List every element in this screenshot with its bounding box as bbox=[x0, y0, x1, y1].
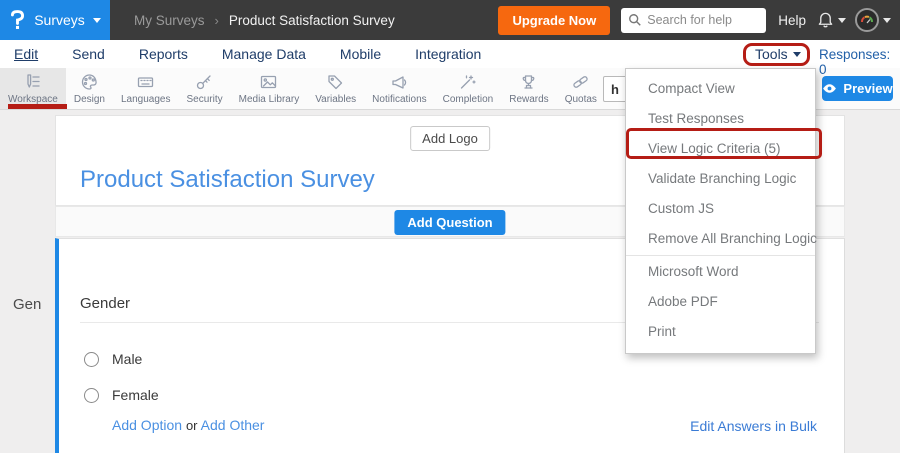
breadcrumb-my-surveys[interactable]: My Surveys bbox=[134, 13, 205, 28]
proprofs-logo-icon bbox=[9, 9, 26, 31]
chevron-down-icon bbox=[883, 18, 891, 23]
toolbar-item-label: Languages bbox=[121, 94, 171, 105]
menu-item-custom-js[interactable]: Custom JS bbox=[626, 194, 815, 224]
toolbar-item-label: Security bbox=[186, 94, 222, 105]
tab-edit[interactable]: Edit bbox=[14, 46, 38, 62]
toolbar-item-design[interactable]: Design bbox=[66, 68, 113, 109]
trophy-icon bbox=[519, 73, 538, 91]
product-switcher[interactable]: Surveys bbox=[0, 0, 110, 40]
option-actions: Add Option or Add Other bbox=[112, 417, 264, 433]
survey-builder-app: Gen Surveys My Surveys › Product Satisfa… bbox=[0, 0, 900, 453]
add-other-link[interactable]: Add Other bbox=[201, 417, 265, 433]
search-input[interactable] bbox=[621, 8, 766, 33]
menu-item-remove-all-branching-logic[interactable]: Remove All Branching Logic bbox=[626, 224, 815, 254]
account-menu[interactable] bbox=[855, 8, 891, 32]
toolbar-item-label: Variables bbox=[315, 94, 356, 105]
product-label: Surveys bbox=[34, 12, 85, 28]
tab-integration[interactable]: Integration bbox=[415, 46, 481, 62]
chevron-down-icon bbox=[838, 18, 846, 23]
toolbar-item-label: Rewards bbox=[509, 94, 548, 105]
toolbar-item-label: Design bbox=[74, 94, 105, 105]
magic-wand-icon bbox=[458, 73, 477, 91]
option-row-male[interactable]: Male bbox=[84, 351, 142, 367]
topbar-right-group: Upgrade Now Help bbox=[498, 6, 900, 35]
avatar bbox=[855, 8, 879, 32]
eye-icon bbox=[822, 83, 837, 94]
radio-icon[interactable] bbox=[84, 388, 99, 403]
option-label: Female bbox=[112, 387, 159, 403]
tab-send[interactable]: Send bbox=[72, 46, 105, 62]
toolbar-item-completion[interactable]: Completion bbox=[435, 68, 502, 109]
toolbar-item-workspace[interactable]: Workspace bbox=[0, 68, 66, 109]
languages-icon bbox=[136, 73, 155, 91]
toolbar-item-label: Notifications bbox=[372, 94, 426, 105]
or-text: or bbox=[186, 418, 198, 433]
tools-label: Tools bbox=[755, 46, 788, 62]
toolbar-item-variables[interactable]: Variables bbox=[307, 68, 364, 109]
toolbar-item-label: Workspace bbox=[8, 94, 58, 105]
menu-item-microsoft-word[interactable]: Microsoft Word bbox=[626, 257, 815, 287]
preview-button[interactable]: Preview bbox=[822, 76, 893, 101]
menu-item-print[interactable]: Print bbox=[626, 317, 815, 347]
toolbar-item-media-library[interactable]: Media Library bbox=[231, 68, 308, 109]
toolbar-item-quotas[interactable]: Quotas bbox=[557, 68, 605, 109]
option-label: Male bbox=[112, 351, 142, 367]
add-option-link[interactable]: Add Option bbox=[112, 417, 182, 433]
toolbar-item-label: Quotas bbox=[565, 94, 597, 105]
upgrade-now-button[interactable]: Upgrade Now bbox=[498, 6, 610, 35]
survey-title[interactable]: Product Satisfaction Survey bbox=[80, 166, 375, 194]
megaphone-icon bbox=[390, 73, 409, 91]
tools-dropdown-trigger[interactable]: Tools bbox=[755, 46, 801, 62]
clipped-question-text: Gen bbox=[13, 296, 41, 313]
module-nav: Edit Send Reports Manage Data Mobile Int… bbox=[0, 40, 900, 68]
tab-reports[interactable]: Reports bbox=[139, 46, 188, 62]
breadcrumb-current-survey: Product Satisfaction Survey bbox=[229, 13, 395, 28]
bell-icon bbox=[817, 11, 834, 29]
design-icon bbox=[80, 73, 99, 91]
chevron-down-icon bbox=[793, 52, 801, 57]
workspace-icon bbox=[23, 73, 42, 91]
media-library-icon bbox=[259, 73, 278, 91]
preview-label: Preview bbox=[843, 81, 892, 96]
menu-item-test-responses[interactable]: Test Responses bbox=[626, 104, 815, 134]
search-icon bbox=[628, 13, 642, 27]
add-logo-button[interactable]: Add Logo bbox=[410, 126, 490, 151]
top-bar: Surveys My Surveys › Product Satisfactio… bbox=[0, 0, 900, 40]
add-question-button[interactable]: Add Question bbox=[394, 210, 505, 235]
chain-links-icon bbox=[571, 73, 590, 91]
menu-item-view-logic-criteria[interactable]: View Logic Criteria (5) bbox=[626, 134, 815, 164]
help-search bbox=[621, 8, 766, 33]
menu-item-adobe-pdf[interactable]: Adobe PDF bbox=[626, 287, 815, 317]
notifications-bell[interactable] bbox=[817, 11, 846, 29]
edit-answers-in-bulk-link[interactable]: Edit Answers in Bulk bbox=[690, 418, 817, 434]
breadcrumb: My Surveys › Product Satisfaction Survey bbox=[134, 13, 395, 28]
menu-divider bbox=[626, 255, 815, 256]
tools-dropdown-menu: Compact View Test Responses View Logic C… bbox=[625, 68, 816, 354]
tab-manage-data[interactable]: Manage Data bbox=[222, 46, 306, 62]
menu-item-validate-branching-logic[interactable]: Validate Branching Logic bbox=[626, 164, 815, 194]
help-link[interactable]: Help bbox=[778, 13, 806, 28]
toolbar-item-security[interactable]: Security bbox=[178, 68, 230, 109]
variables-tag-icon bbox=[326, 73, 345, 91]
gauge-avatar-icon bbox=[859, 12, 875, 28]
toolbar-item-label: Media Library bbox=[239, 94, 300, 105]
toolbar-item-rewards[interactable]: Rewards bbox=[501, 68, 556, 109]
chevron-down-icon bbox=[93, 18, 101, 23]
radio-icon[interactable] bbox=[84, 352, 99, 367]
option-row-female[interactable]: Female bbox=[84, 387, 159, 403]
toolbar-item-notifications[interactable]: Notifications bbox=[364, 68, 434, 109]
security-key-icon bbox=[195, 73, 214, 91]
question-title[interactable]: Gender bbox=[80, 295, 130, 312]
breadcrumb-separator: › bbox=[215, 13, 219, 28]
tab-mobile[interactable]: Mobile bbox=[340, 46, 381, 62]
responses-count-link[interactable]: Responses: 0 bbox=[819, 47, 900, 77]
menu-item-compact-view[interactable]: Compact View bbox=[626, 74, 815, 104]
toolbar-item-label: Completion bbox=[443, 94, 494, 105]
toolbar-item-languages[interactable]: Languages bbox=[113, 68, 179, 109]
